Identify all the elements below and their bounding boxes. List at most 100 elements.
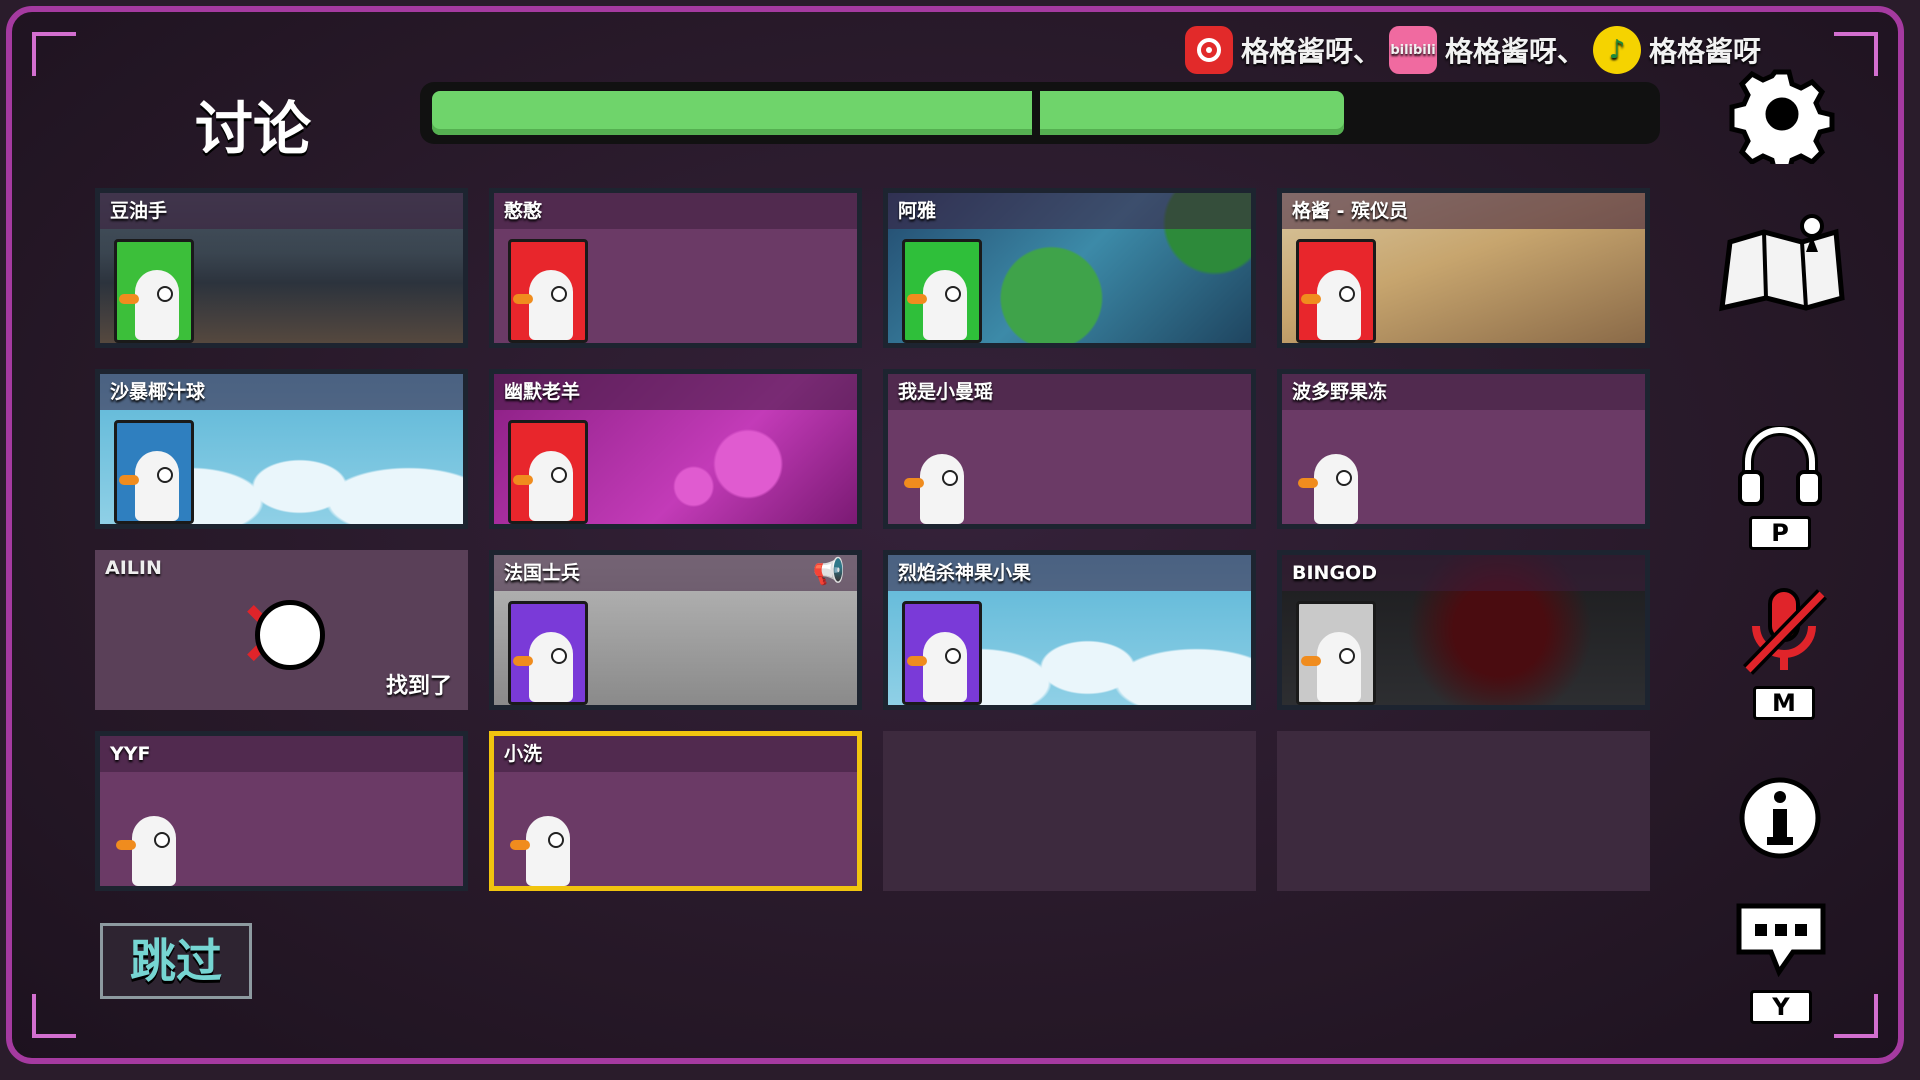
player-avatar xyxy=(508,420,588,524)
timer-notch xyxy=(1032,91,1040,135)
player-name: 憨憨 xyxy=(494,193,857,229)
player-card[interactable]: 阿雅 xyxy=(883,188,1256,348)
player-card[interactable]: 豆油手 xyxy=(95,188,468,348)
info-button[interactable] xyxy=(1737,775,1823,861)
frame-corner xyxy=(1834,994,1878,1038)
player-card[interactable]: 格酱 - 殡仪员 xyxy=(1277,188,1650,348)
qq-music-icon: ♪ xyxy=(1593,26,1642,74)
frame-corner xyxy=(1834,32,1878,76)
player-card[interactable]: YYF xyxy=(95,731,468,891)
goose-eye xyxy=(942,470,958,486)
goose-eye xyxy=(1339,648,1355,664)
player-avatar xyxy=(114,420,194,524)
frame-corner xyxy=(32,994,76,1038)
goose-eye xyxy=(1336,470,1352,486)
player-avatar xyxy=(1296,601,1376,705)
goose-beak xyxy=(1301,656,1321,666)
player-card[interactable]: 我是小曼瑶 xyxy=(883,369,1256,529)
skip-vote-button[interactable]: 跳过 xyxy=(100,923,252,999)
goose-avatar-icon xyxy=(904,454,964,524)
goose-avatar-icon xyxy=(1301,632,1361,702)
empty-player-slot xyxy=(883,731,1256,891)
goose-avatar-icon xyxy=(907,632,967,702)
player-avatar xyxy=(1296,420,1376,524)
player-name: 小洗 xyxy=(494,736,857,772)
goose-avatar-icon xyxy=(513,632,573,702)
player-grid: 豆油手憨憨阿雅格酱 - 殡仪员沙暴椰汁球幽默老羊我是小曼瑶波多野果冻 AILIN✕… xyxy=(95,188,1655,891)
keybind-label: Y xyxy=(1750,990,1812,1024)
skull-icon xyxy=(255,600,325,670)
player-name: YYF xyxy=(100,736,463,772)
info-icon xyxy=(1739,777,1821,859)
player-card[interactable]: 法国士兵 📢 xyxy=(489,550,862,710)
goose-eye xyxy=(157,286,173,302)
settings-gear-icon xyxy=(1729,69,1835,164)
goose-avatar-icon xyxy=(907,270,967,340)
goose-beak xyxy=(904,478,924,488)
goose-eye xyxy=(551,286,567,302)
player-avatar xyxy=(508,782,588,886)
goose-beak xyxy=(907,294,927,304)
goose-beak xyxy=(116,840,136,850)
player-name: 烈焰杀神果小果 xyxy=(888,555,1251,591)
microphone-button[interactable]: M xyxy=(1736,586,1832,720)
timer-fill xyxy=(432,91,1344,135)
goose-eye xyxy=(551,648,567,664)
player-name: 格酱 - 殡仪员 xyxy=(1282,193,1645,229)
settings-button[interactable] xyxy=(1728,64,1836,164)
headphones-button[interactable]: P xyxy=(1736,426,1824,550)
microphone-muted-icon xyxy=(1742,588,1828,675)
goose-eye xyxy=(551,467,567,483)
goose-avatar-icon xyxy=(513,451,573,521)
goose-eye xyxy=(1339,286,1355,302)
goose-avatar-icon xyxy=(119,451,179,521)
player-card[interactable]: BINGOD xyxy=(1277,550,1650,710)
player-card[interactable]: 幽默老羊 xyxy=(489,369,862,529)
player-avatar xyxy=(114,239,194,343)
phase-title: 讨论 xyxy=(195,95,312,163)
player-avatar xyxy=(114,782,194,886)
chat-button[interactable]: Y xyxy=(1733,900,1829,1024)
goose-eye xyxy=(945,648,961,664)
body-found-label: 找到了 xyxy=(385,674,452,699)
streamer-name: 格格酱呀、 xyxy=(1445,35,1586,68)
goose-beak xyxy=(907,656,927,666)
player-card[interactable]: AILIN✕找到了 xyxy=(95,550,468,710)
empty-player-slot xyxy=(1277,731,1650,891)
player-card[interactable]: 憨憨 xyxy=(489,188,862,348)
headphones-icon xyxy=(1738,426,1822,506)
goose-beak xyxy=(513,294,533,304)
goose-beak xyxy=(510,840,530,850)
player-name: 幽默老羊 xyxy=(494,374,857,410)
player-card[interactable]: 沙暴椰汁球 xyxy=(95,369,468,529)
goose-beak xyxy=(1301,294,1321,304)
goose-eye xyxy=(548,832,564,848)
goose-beak xyxy=(119,475,139,485)
goose-avatar-icon xyxy=(513,270,573,340)
player-name: 沙暴椰汁球 xyxy=(100,374,463,410)
goose-avatar-icon xyxy=(510,816,570,886)
player-card[interactable]: 波多野果冻 xyxy=(1277,369,1650,529)
player-name: 我是小曼瑶 xyxy=(888,374,1251,410)
goose-avatar-icon xyxy=(1298,454,1358,524)
frame-corner xyxy=(32,32,76,76)
player-name: 阿雅 xyxy=(888,193,1251,229)
player-avatar xyxy=(508,239,588,343)
streamer-overlay: 格格酱呀、 bilibili 格格酱呀、 ♪ 格格酱呀 xyxy=(1185,26,1761,74)
goose-beak xyxy=(513,475,533,485)
goose-beak xyxy=(1298,478,1318,488)
player-name: 法国士兵 xyxy=(494,555,857,591)
goose-eye xyxy=(157,467,173,483)
player-avatar xyxy=(902,601,982,705)
player-card[interactable]: 小洗 xyxy=(489,731,862,891)
goose-avatar-icon xyxy=(1301,270,1361,340)
goose-beak xyxy=(119,294,139,304)
goose-eye xyxy=(945,286,961,302)
chat-bubble-icon xyxy=(1736,903,1826,978)
map-button[interactable] xyxy=(1716,208,1850,314)
megaphone-icon: 📢 xyxy=(812,557,845,587)
goose-avatar-icon xyxy=(116,816,176,886)
player-avatar xyxy=(902,239,982,343)
player-card[interactable]: 烈焰杀神果小果 xyxy=(883,550,1256,710)
goose-avatar-icon xyxy=(119,270,179,340)
